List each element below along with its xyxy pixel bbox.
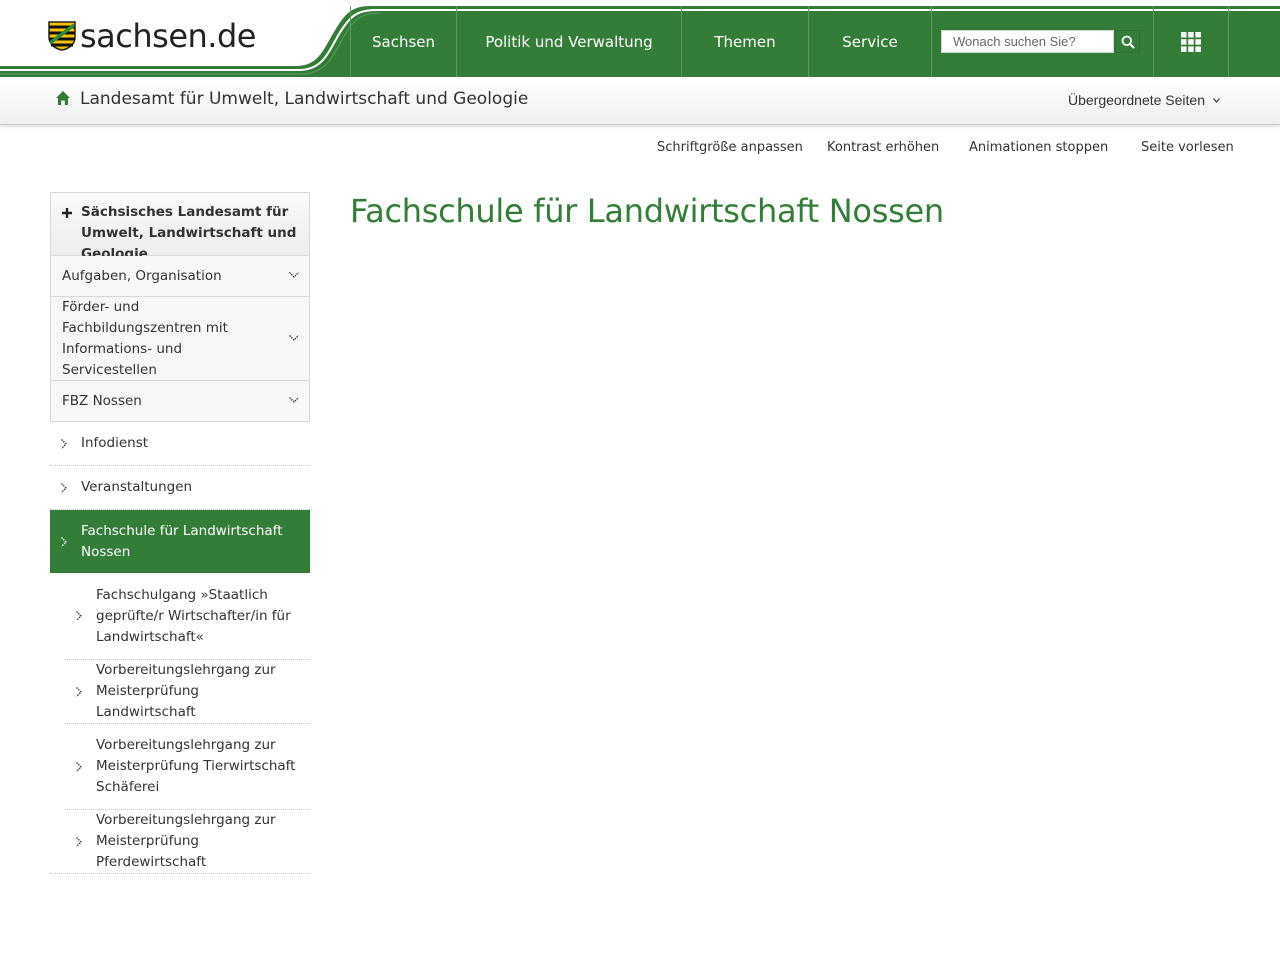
chevron-right-icon [76, 686, 82, 697]
nav-item-politik-und-verwaltung[interactable]: Politik und Verwaltung [456, 6, 681, 77]
home-icon[interactable] [55, 90, 71, 110]
sidebar-item-veranstaltungen[interactable]: Veranstaltungen [50, 466, 310, 510]
parent-pages-label: Übergeordnete Seiten [1068, 92, 1205, 108]
read-aloud-link[interactable]: Seite vorlesen [1141, 140, 1234, 155]
sidebar-subitem-label: Vorbereitungslehrgang zur Meisterprüfung… [96, 662, 276, 720]
stop-animations-link[interactable]: Animationen stoppen [969, 140, 1108, 155]
sidebar-parent-label: Aufgaben, Organisation [62, 267, 222, 284]
sidebar-item-fachschule-active[interactable]: Fachschule für Landwirtschaft Nossen [50, 510, 310, 573]
chevron-down-icon [1213, 97, 1220, 103]
chevron-right-icon [61, 536, 67, 547]
sidebar-subitem-label: Vorbereitungslehrgang zur Meisterprüfung… [96, 737, 296, 795]
sidebar-root-label: Sächsisches Landesamt für Umwelt, Landwi… [81, 204, 297, 262]
sidebar-parent-fbz-nossen[interactable]: FBZ Nossen [50, 381, 310, 422]
cross-marker-icon [62, 208, 72, 218]
sidebar-subitem-meister-schaeferei[interactable]: Vorbereitungslehrgang zur Meisterprüfung… [65, 724, 310, 810]
logo-text: sachsen.de [80, 17, 256, 55]
page-title: Fachschule für Landwirtschaft Nossen [350, 192, 944, 230]
sidebar-subitem-fachschulgang[interactable]: Fachschulgang »Staatlich geprüfte/r Wirt… [65, 573, 310, 660]
parent-pages-dropdown[interactable]: Übergeordnete Seiten [1068, 92, 1220, 108]
search-input[interactable] [941, 30, 1114, 53]
sidebar-item-infodienst[interactable]: Infodienst [50, 422, 310, 466]
saxony-coat-of-arms-icon [48, 21, 76, 51]
chevron-right-icon [76, 836, 82, 847]
sidebar-parent-aufgaben[interactable]: Aufgaben, Organisation [50, 256, 310, 297]
sidebar-navigation: Sächsisches Landesamt für Umwelt, Landwi… [50, 192, 310, 874]
grid-icon [1181, 31, 1201, 52]
sachsen-logo[interactable]: sachsen.de [48, 17, 256, 55]
sidebar-subitem-label: Vorbereitungslehrgang zur Meisterprüfung… [96, 812, 276, 870]
nav-item-themen[interactable]: Themen [681, 6, 808, 77]
font-size-link[interactable]: Schriftgröße anpassen [657, 140, 803, 155]
sidebar-parent-foerderzentren[interactable]: Förder- und Fachbildungszentren mit Info… [50, 297, 310, 381]
chevron-right-icon [76, 761, 82, 772]
chevron-right-icon [76, 611, 82, 621]
sidebar-item-label: Veranstaltungen [81, 479, 193, 495]
agency-bar: Landesamt für Umwelt, Landwirtschaft und… [0, 77, 1280, 125]
search-button[interactable] [1115, 30, 1140, 53]
search-icon [1121, 35, 1135, 49]
sidebar-parent-label: FBZ Nossen [62, 392, 142, 409]
search-form [931, 6, 1154, 77]
sidebar-parent-label: Förder- und Fachbildungszentren mit Info… [62, 298, 228, 378]
chevron-right-icon [61, 482, 67, 493]
sidebar-item-label: Fachschule für Landwirtschaft Nossen [81, 522, 283, 560]
nav-item-service[interactable]: Service [808, 6, 931, 77]
sidebar-subitem-meister-pferdewirtschaft[interactable]: Vorbereitungslehrgang zur Meisterprüfung… [50, 810, 310, 874]
sidebar-item-label: Infodienst [81, 435, 149, 451]
sidebar-root-item[interactable]: Sächsisches Landesamt für Umwelt, Landwi… [50, 192, 310, 262]
apps-menu-button[interactable] [1153, 6, 1229, 77]
dropdown-icon [289, 334, 299, 341]
chevron-right-icon [61, 438, 67, 449]
sidebar-subitem-label: Fachschulgang »Staatlich geprüfte/r Wirt… [96, 586, 291, 645]
dropdown-icon [289, 397, 299, 403]
contrast-link[interactable]: Kontrast erhöhen [827, 140, 939, 155]
sidebar-subitem-meister-landwirtschaft[interactable]: Vorbereitungslehrgang zur Meisterprüfung… [65, 660, 310, 724]
dropdown-icon [289, 272, 299, 278]
main-navigation: Sachsen Politik und Verwaltung Themen Se… [350, 6, 931, 77]
site-header: sachsen.de Sachsen Politik und Verwaltun… [0, 0, 1280, 77]
nav-item-sachsen[interactable]: Sachsen [350, 6, 456, 77]
agency-title[interactable]: Landesamt für Umwelt, Landwirtschaft und… [80, 89, 528, 109]
